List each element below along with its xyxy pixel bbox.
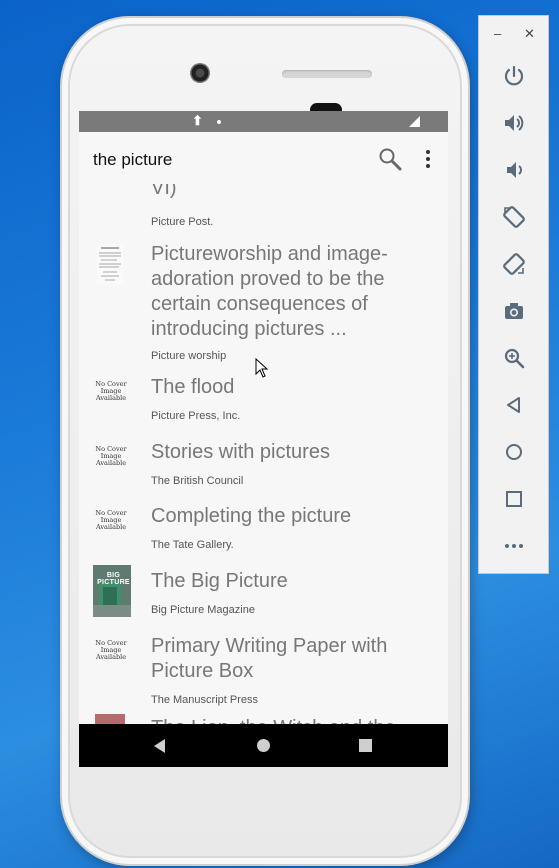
power-icon bbox=[504, 65, 524, 86]
back-icon bbox=[507, 397, 520, 413]
home-icon bbox=[506, 444, 522, 460]
results-list[interactable]: VI) Picture Post. Pictureworship and ima… bbox=[79, 184, 448, 724]
book-cover-thumbnail bbox=[95, 714, 125, 724]
item-title: The Big Picture bbox=[151, 570, 288, 592]
emulator-toolbar: – ✕ bbox=[478, 15, 549, 574]
earpiece-speaker bbox=[282, 70, 372, 78]
minimize-button[interactable]: – bbox=[494, 26, 501, 41]
nav-home-button[interactable] bbox=[257, 739, 270, 752]
volume-up-icon bbox=[505, 115, 524, 131]
item-title: Stories with pictures bbox=[151, 441, 330, 463]
item-title: The flood bbox=[151, 376, 235, 398]
notification-dot-icon bbox=[217, 120, 221, 124]
search-query-title: the picture bbox=[93, 150, 173, 169]
list-item[interactable]: No Cover Image Available Primary Writing… bbox=[79, 634, 448, 714]
overview-icon bbox=[506, 491, 522, 507]
rotate-right-icon bbox=[503, 253, 525, 275]
rotate-left-icon bbox=[503, 206, 525, 228]
volume-up-button[interactable] bbox=[500, 109, 528, 137]
no-cover-thumbnail: No Cover Image Available bbox=[95, 639, 127, 661]
book-thumbnail bbox=[91, 244, 131, 284]
item-title: The Lion, the Witch and the bbox=[151, 716, 441, 724]
home-button[interactable] bbox=[500, 438, 528, 466]
list-item[interactable]: Pictureworship and image-adoration prove… bbox=[79, 242, 448, 366]
item-title: Completing the picture bbox=[151, 505, 352, 527]
list-item[interactable]: The Lion, the Witch and the bbox=[79, 714, 448, 724]
screenshot-button[interactable] bbox=[500, 297, 528, 325]
back-button[interactable] bbox=[500, 391, 528, 419]
android-navigation-bar bbox=[79, 724, 448, 767]
nav-back-button[interactable] bbox=[154, 739, 165, 753]
more-icon bbox=[505, 544, 523, 548]
volume-down-icon bbox=[507, 162, 522, 178]
status-bar: ⬆ bbox=[79, 111, 448, 132]
no-cover-thumbnail: No Cover Image Available bbox=[95, 380, 127, 402]
item-subtitle: The Manuscript Press bbox=[151, 694, 258, 706]
front-camera bbox=[190, 63, 210, 83]
rotate-right-button[interactable] bbox=[500, 250, 528, 278]
item-subtitle: The British Council bbox=[151, 475, 244, 487]
nav-recents-button[interactable] bbox=[359, 739, 372, 752]
zoom-button[interactable] bbox=[500, 344, 528, 372]
volume-down-button[interactable] bbox=[500, 156, 528, 184]
device-screen: ⬆ the picture VI) Picture Post. Picturew… bbox=[79, 111, 448, 767]
more-button[interactable] bbox=[500, 532, 528, 560]
list-item[interactable]: No Cover Image Available Stories with pi… bbox=[79, 440, 448, 500]
list-item[interactable]: BIG PICTURE The Big Picture Big Picture … bbox=[79, 565, 448, 629]
list-item[interactable]: No Cover Image Available Completing the … bbox=[79, 504, 448, 564]
text-page-image bbox=[97, 244, 123, 284]
search-icon bbox=[379, 148, 402, 171]
mouse-cursor-icon bbox=[255, 358, 269, 378]
magazine-cover-title: BIG PICTURE bbox=[97, 572, 130, 586]
rotate-left-button[interactable] bbox=[500, 203, 528, 231]
overflow-menu-button[interactable] bbox=[419, 148, 437, 170]
item-title: Primary Writing Paper with Picture Box bbox=[151, 635, 388, 682]
upload-icon: ⬆ bbox=[192, 113, 203, 128]
overview-button[interactable] bbox=[500, 485, 528, 513]
magazine-cover-thumbnail: BIG PICTURE bbox=[91, 565, 131, 617]
no-cover-thumbnail: No Cover Image Available bbox=[95, 445, 127, 467]
app-toolbar: the picture bbox=[79, 132, 448, 184]
more-vert-icon bbox=[426, 150, 430, 168]
close-button[interactable]: ✕ bbox=[524, 26, 535, 42]
item-subtitle: Picture worship bbox=[151, 350, 227, 362]
zoom-icon bbox=[504, 348, 525, 369]
camera-icon bbox=[505, 303, 523, 319]
no-cover-thumbnail: No Cover Image Available bbox=[95, 509, 127, 531]
power-button[interactable] bbox=[500, 62, 528, 90]
signal-icon bbox=[409, 116, 420, 127]
list-item[interactable]: VI) Picture Post. bbox=[79, 184, 448, 228]
search-button[interactable] bbox=[378, 147, 402, 171]
item-subtitle: The Tate Gallery. bbox=[151, 539, 234, 551]
item-subtitle: Picture Post. bbox=[151, 216, 214, 228]
item-subtitle: Big Picture Magazine bbox=[151, 604, 255, 616]
item-subtitle: Picture Press, Inc. bbox=[151, 410, 241, 422]
list-item[interactable]: No Cover Image Available The flood Pictu… bbox=[79, 375, 448, 435]
item-title: Pictureworship and image-adoration prove… bbox=[151, 243, 388, 340]
item-title: VI) bbox=[151, 184, 177, 199]
